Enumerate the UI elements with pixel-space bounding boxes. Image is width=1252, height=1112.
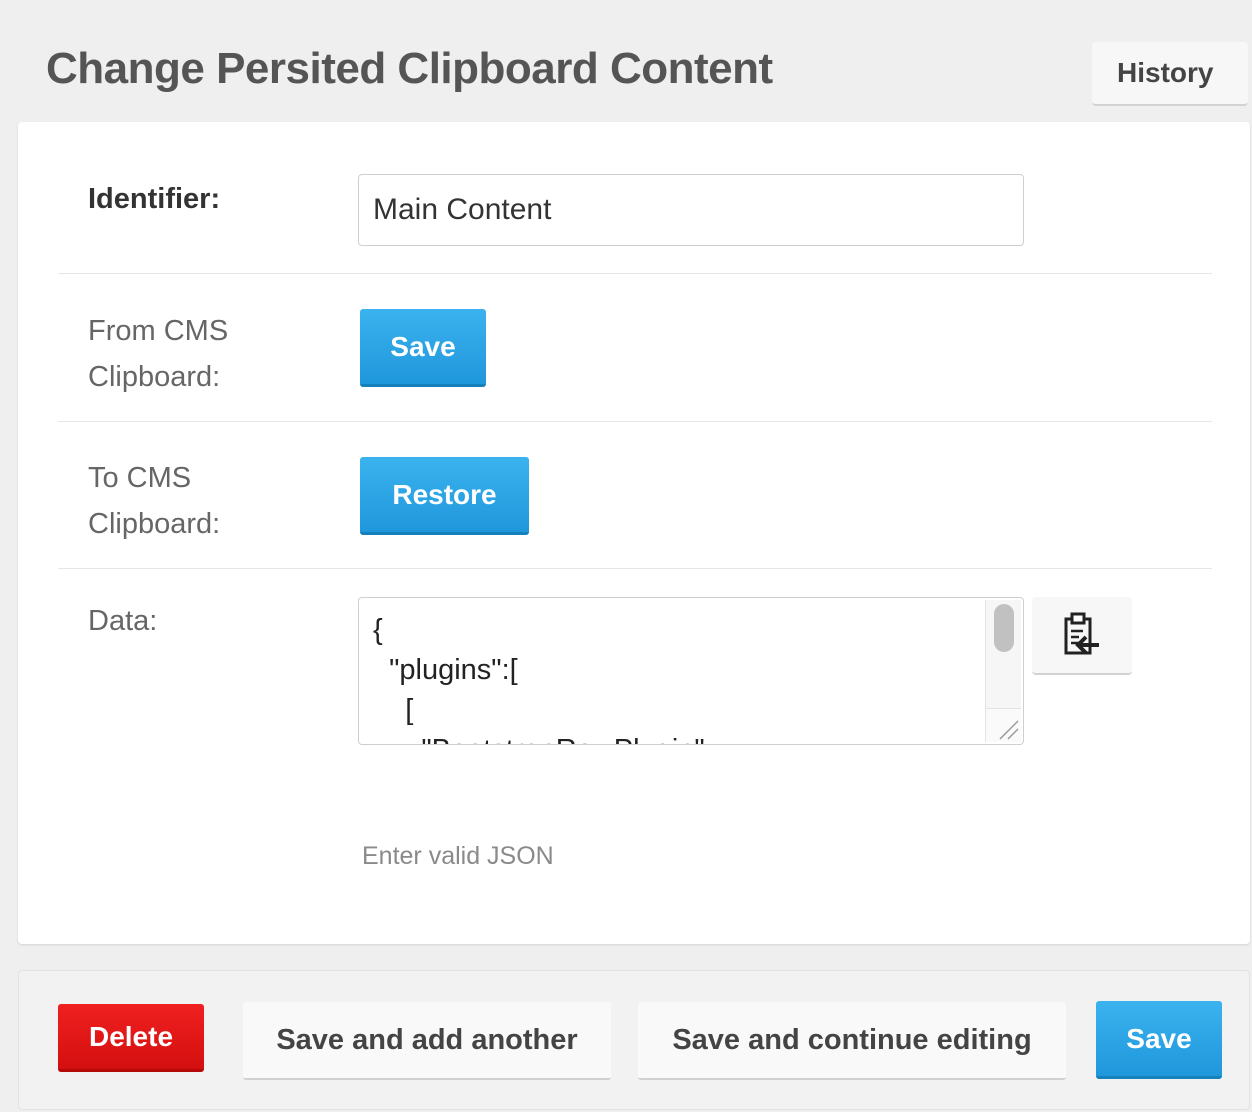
from-cms-label-line1: From CMS xyxy=(88,315,229,347)
paste-clipboard-button[interactable] xyxy=(1032,597,1132,675)
identifier-label: Identifier: xyxy=(88,183,221,215)
page-title: Change Persited Clipboard Content xyxy=(46,44,773,93)
save-to-clipboard-button[interactable]: Save xyxy=(360,309,486,387)
help-text: Enter valid JSON xyxy=(362,842,554,870)
data-textarea[interactable]: { "plugins":[ [ "BootstrapRowPlugin", xyxy=(358,597,1024,745)
to-cms-label-line1: To CMS xyxy=(88,462,192,494)
to-cms-label: To CMS Clipboard: xyxy=(88,455,220,547)
history-button[interactable]: History xyxy=(1092,42,1248,106)
to-cms-label-line2: Clipboard: xyxy=(88,508,221,540)
divider xyxy=(58,273,1212,274)
from-cms-label-line2: Clipboard: xyxy=(88,361,221,393)
from-cms-label: From CMS Clipboard: xyxy=(88,308,228,400)
clipboard-paste-icon xyxy=(1064,612,1099,655)
scrollbar-thumb[interactable] xyxy=(994,604,1014,652)
resize-handle[interactable] xyxy=(985,708,1021,742)
restore-button[interactable]: Restore xyxy=(360,457,529,535)
divider xyxy=(58,421,1212,422)
save-and-continue-button[interactable]: Save and continue editing xyxy=(638,1002,1066,1080)
data-label: Data: xyxy=(88,605,158,637)
resize-grip-icon xyxy=(999,720,1019,740)
save-button[interactable]: Save xyxy=(1096,1001,1222,1079)
identifier-input[interactable] xyxy=(358,174,1024,246)
divider xyxy=(58,568,1212,569)
save-and-add-another-button[interactable]: Save and add another xyxy=(243,1002,611,1080)
delete-button[interactable]: Delete xyxy=(58,1004,204,1072)
